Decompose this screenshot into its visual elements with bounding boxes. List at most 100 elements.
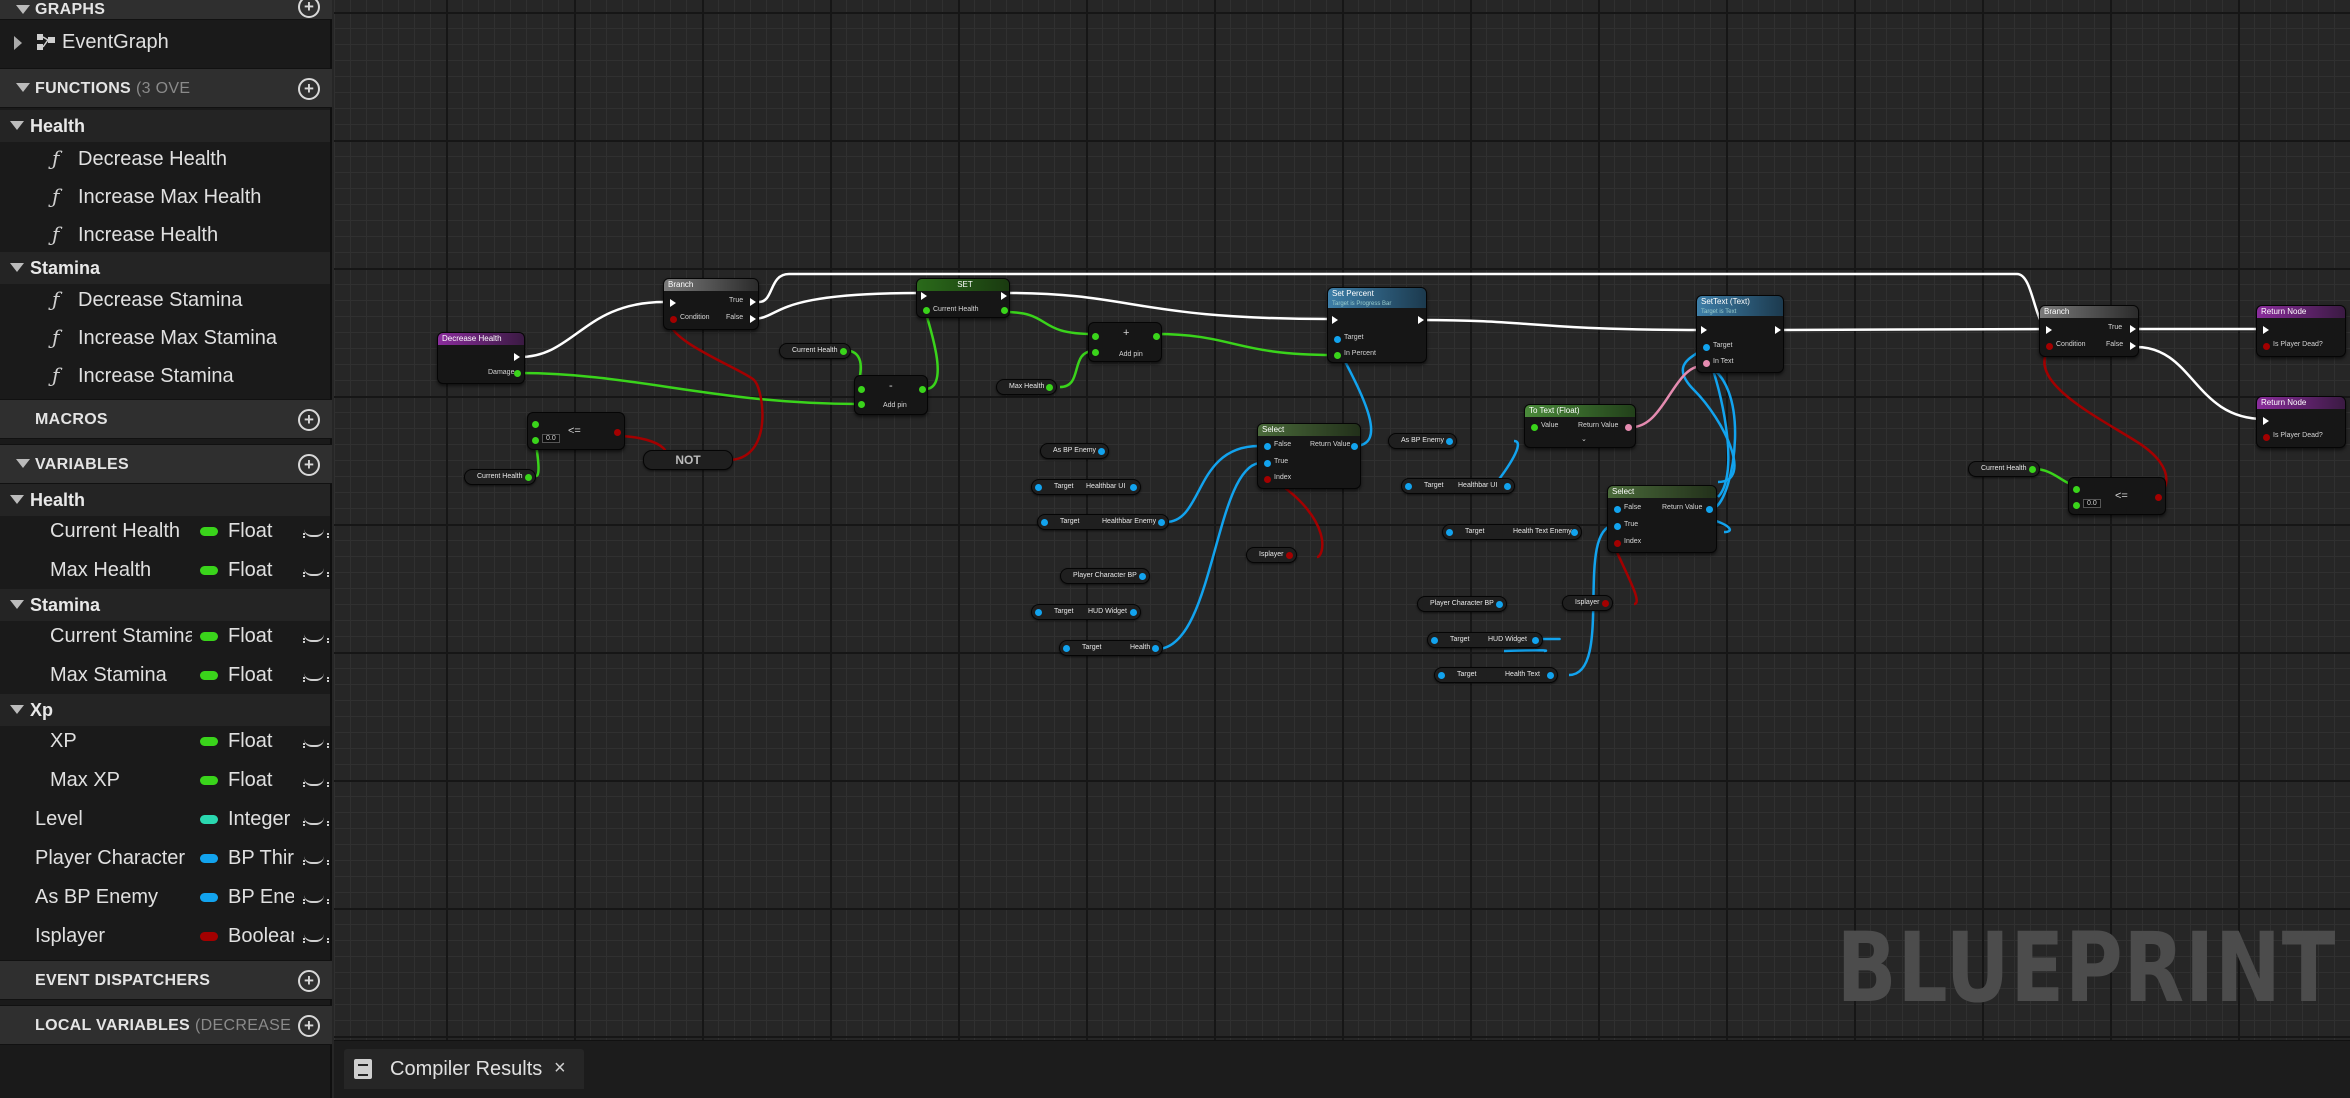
object-pin[interactable] [1041, 519, 1048, 526]
to-text-node[interactable]: To Text (Float) Value Return Value ⌄ [1524, 404, 1636, 448]
collapse-arrow-icon[interactable] [10, 263, 24, 272]
settext-node[interactable]: SetText (Text) Target is Text Target In … [1696, 295, 1784, 373]
variable-category-xp[interactable]: Xp [0, 694, 330, 726]
graphs-section-header[interactable]: GRAPHS + [0, 0, 332, 20]
object-pin[interactable] [1405, 483, 1412, 490]
function-item[interactable]: ƒ Increase Health [0, 217, 330, 253]
add-pin-button[interactable]: Add pin [1119, 351, 1143, 358]
exec-in-pin[interactable] [1332, 316, 1338, 324]
hud-widget-getter[interactable]: Target HUD Widget [1427, 632, 1543, 648]
set-percent-node[interactable]: Set Percent Target is Progress Bar Targe… [1327, 287, 1427, 363]
float-pin[interactable] [532, 437, 539, 444]
object-pin[interactable] [1571, 529, 1578, 536]
object-pin[interactable] [1495, 601, 1503, 608]
add-local-variable-icon[interactable]: + [298, 1015, 320, 1037]
add-event-dispatcher-icon[interactable]: + [298, 970, 320, 992]
float-pin[interactable] [1092, 333, 1099, 340]
player-character-getter[interactable]: Player Character BP [1417, 596, 1507, 612]
exec-out-pin[interactable] [2130, 325, 2136, 333]
not-node[interactable]: NOT [643, 450, 733, 470]
chevron-down-icon[interactable]: ⌄ [1581, 435, 1587, 443]
eye-closed-icon[interactable] [303, 634, 329, 642]
exec-out-pin[interactable] [1001, 292, 1007, 300]
exec-out-pin[interactable] [750, 315, 756, 323]
text-pin[interactable] [1703, 360, 1710, 367]
exec-in-pin[interactable] [2263, 417, 2269, 425]
object-pin[interactable] [1614, 523, 1621, 530]
float-pin[interactable] [858, 401, 865, 408]
object-pin[interactable] [1446, 438, 1454, 445]
object-pin[interactable] [1614, 506, 1621, 513]
less-equal-node[interactable]: 0.0 <= [2068, 477, 2166, 515]
variable-item[interactable]: XP Float [0, 723, 330, 759]
variable-type[interactable]: BP Third [228, 847, 294, 870]
eye-closed-icon[interactable] [303, 778, 329, 786]
collapse-arrow-icon[interactable] [10, 121, 24, 130]
blueprint-graph-canvas[interactable]: Decrease Health Damage Branch Condition … [334, 0, 2350, 1040]
health-text-enemy-getter[interactable]: Target Health Text Enemy [1442, 524, 1582, 540]
return-node[interactable]: Return Node Is Player Dead? [2256, 396, 2346, 448]
player-character-getter[interactable]: Player Character BP [1060, 568, 1150, 584]
text-pin[interactable] [1625, 424, 1632, 431]
bool-pin[interactable] [614, 429, 621, 436]
variable-type[interactable]: BP Enemy [228, 886, 294, 909]
variable-item[interactable]: As BP Enemy BP Enemy [0, 879, 330, 915]
float-pin[interactable] [514, 370, 521, 377]
float-pin[interactable] [1001, 307, 1008, 314]
function-entry-node[interactable]: Decrease Health Damage [437, 332, 525, 384]
isplayer-getter[interactable]: Isplayer [1246, 547, 1297, 563]
function-item[interactable]: ƒ Decrease Health [0, 141, 330, 177]
bool-pin[interactable] [2263, 434, 2270, 441]
collapse-arrow-icon[interactable] [10, 705, 24, 714]
health-widget-getter[interactable]: Target Health [1059, 640, 1163, 656]
exec-out-pin[interactable] [514, 353, 520, 361]
object-pin[interactable] [1152, 645, 1159, 652]
exec-in-pin[interactable] [2046, 326, 2052, 334]
close-icon[interactable]: × [554, 1057, 566, 1080]
collapse-arrow-icon[interactable] [10, 495, 24, 504]
add-variable-icon[interactable]: + [298, 454, 320, 476]
variable-type[interactable]: Float [228, 664, 294, 687]
function-item[interactable]: ƒ Increase Max Health [0, 179, 330, 215]
object-pin[interactable] [1035, 609, 1042, 616]
return-node[interactable]: Return Node Is Player Dead? [2256, 305, 2346, 357]
functions-section-header[interactable]: FUNCTIONS (3 OVE + [0, 68, 332, 108]
function-category-health[interactable]: Health [0, 110, 330, 142]
variable-item[interactable]: Current Health Float [0, 513, 330, 549]
bool-pin[interactable] [1614, 540, 1621, 547]
float-pin[interactable] [1531, 424, 1538, 431]
variable-item[interactable]: Max Stamina Float [0, 657, 330, 693]
variable-type[interactable]: Float [228, 625, 294, 648]
expand-arrow-icon[interactable] [14, 36, 22, 50]
exec-in-pin[interactable] [921, 292, 927, 300]
variable-item[interactable]: Max Health Float [0, 552, 330, 588]
object-pin[interactable] [1264, 443, 1271, 450]
object-pin[interactable] [1130, 484, 1137, 491]
bool-pin[interactable] [1285, 552, 1293, 559]
float-pin[interactable] [524, 474, 532, 481]
healthbar-ui-getter[interactable]: Target Healthbar UI [1401, 478, 1515, 494]
collapse-arrow-icon[interactable] [10, 600, 24, 609]
subtract-node[interactable]: - Add pin [854, 375, 928, 415]
variable-type[interactable]: Float [228, 730, 294, 753]
set-variable-node[interactable]: SET Current Health [916, 278, 1010, 318]
float-pin[interactable] [1334, 352, 1341, 359]
select-node[interactable]: Select False Return Value True Index [1257, 423, 1361, 489]
bool-pin[interactable] [670, 316, 677, 323]
variable-type[interactable]: Float [228, 769, 294, 792]
object-pin[interactable] [1138, 573, 1146, 580]
exec-in-pin[interactable] [670, 299, 676, 307]
collapse-arrow-icon[interactable] [16, 83, 30, 92]
health-text-getter[interactable]: Target Health Text [1434, 667, 1558, 683]
eye-closed-icon[interactable] [303, 739, 329, 747]
object-pin[interactable] [1098, 448, 1106, 455]
add-node[interactable]: + Add pin [1088, 322, 1162, 362]
exec-in-pin[interactable] [2263, 326, 2269, 334]
bool-pin[interactable] [1601, 600, 1609, 607]
as-bp-enemy-getter[interactable]: As BP Enemy [1040, 443, 1110, 459]
variable-category-stamina[interactable]: Stamina [0, 589, 330, 621]
object-pin[interactable] [1035, 484, 1042, 491]
bool-pin[interactable] [1264, 476, 1271, 483]
object-pin[interactable] [1264, 460, 1271, 467]
object-pin[interactable] [1446, 529, 1453, 536]
